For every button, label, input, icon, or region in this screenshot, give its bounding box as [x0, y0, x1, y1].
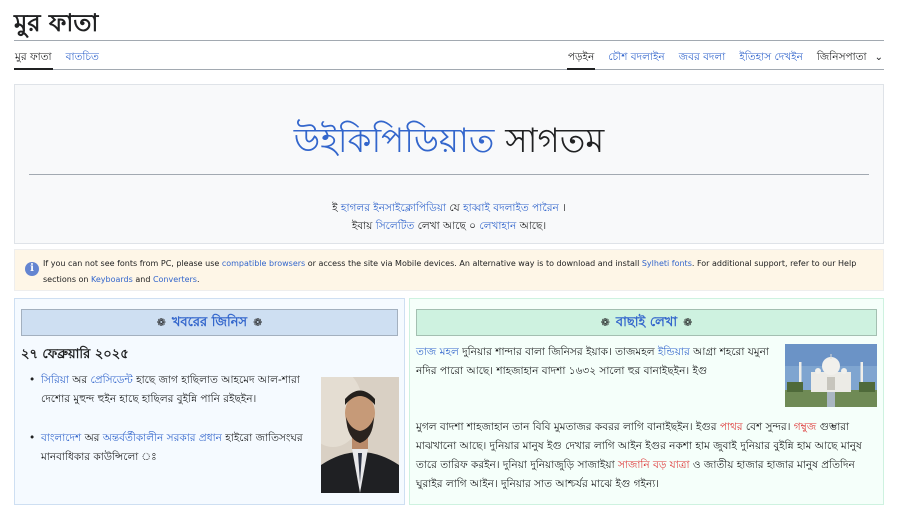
featured-text: বেশ সুন্দর। [742, 421, 794, 433]
tab-edit[interactable]: জবর বদলা [678, 46, 727, 70]
featured-box: ❁ বাছাই লেখা ❁ তাজ মহল দুনিয়ার শান্দার বা… [409, 298, 884, 505]
articles-link[interactable]: লেখাহান [479, 220, 516, 232]
welcome-text: সাগতম [505, 121, 605, 161]
flower-icon: ❁ [683, 316, 693, 329]
news-text: অর [68, 374, 91, 386]
banner-text: আছে। [519, 220, 547, 232]
article-count: লেখা আছে ০ [417, 220, 477, 232]
welcome-link[interactable]: উইকিপিডিয়াত [294, 121, 495, 161]
news-link[interactable]: প্রেসিডেন্ট [91, 374, 133, 386]
banner-text: ই [332, 202, 338, 214]
tools-label: জিনিসপাতা [816, 51, 867, 63]
banner-text: । [562, 202, 566, 214]
featured-link[interactable]: ইন্ডিয়ার [658, 346, 690, 358]
notice-text-part: or access the site via Mobile devices. A… [305, 259, 642, 268]
tab-talk[interactable]: বাতচিত [65, 46, 100, 70]
banner-divider [29, 174, 869, 175]
welcome-banner: উইকিপিডিয়াত সাগতম ই হাগলর ইনসাইক্লোপিডি… [14, 84, 884, 244]
sylheti-link[interactable]: সিলেটিত [376, 220, 415, 232]
featured-link[interactable]: তাজ মহল [416, 346, 459, 358]
page-tabs: মুর ফাতা বাতচিত পড়ইন চৌশ বদলাইন জবর বদল… [14, 46, 884, 70]
news-text: অর [81, 432, 103, 444]
notice-text-part: If you can not see fonts from PC, please… [43, 259, 222, 268]
news-list: সিরিয়া অর প্রেসিডেন্ট হাছে জাগ হাছিলাত … [27, 371, 317, 487]
encyclopedia-link[interactable]: হাগলর ইনসাইক্লোপিডিয়া [341, 202, 446, 214]
anyone-can-edit-link[interactable]: হাব্বাই বদলাইত পারৈন [463, 202, 559, 214]
info-icon: i [25, 262, 39, 276]
font-notice: i If you can not see fonts from PC, plea… [14, 249, 884, 291]
title-bar: মুর ফাতা [14, 8, 884, 41]
sylheti-fonts-link[interactable]: Sylheti fonts [642, 259, 692, 268]
red-link[interactable]: গম্বুজ [794, 421, 816, 433]
featured-heading: ❁ বাছাই লেখা ❁ [416, 309, 877, 336]
list-item: সিরিয়া অর প্রেসিডেন্ট হাছে জাগ হাছিলাত … [27, 371, 317, 409]
news-link[interactable]: বাংলাদেশ [41, 432, 81, 444]
chevron-down-icon: ⌄ [874, 52, 883, 63]
tab-history[interactable]: ইতিহাস দেখইন [738, 46, 804, 70]
banner-line-1: ই হাগলর ইনসাইক্লোপিডিয়া যে হাব্বাই বদলা… [15, 200, 883, 216]
tools-dropdown[interactable]: জিনিসপাতা ⌄ [816, 46, 884, 70]
converters-link[interactable]: Converters [153, 275, 197, 284]
featured-text: মুগল বাদশা শাহজাহান তান বিবি মুমতাজর কবর… [416, 421, 720, 433]
tab-main-page[interactable]: মুর ফাতা [14, 46, 53, 70]
tab-read[interactable]: পড়ইন [566, 46, 596, 70]
keyboards-link[interactable]: Keyboards [91, 275, 133, 284]
news-link[interactable]: অন্তর্বর্তীকালীন সরকার প্রধান [103, 432, 222, 444]
news-heading-link[interactable]: খবরের জিনিস [172, 315, 247, 330]
portrait-image [321, 377, 399, 493]
page-title: মুর ফাতা [14, 8, 99, 37]
featured-text: দুনিয়ার শান্দার বালা জিনিসর ইয়াক। তাজম… [458, 346, 658, 358]
compatible-browsers-link[interactable]: compatible browsers [222, 259, 305, 268]
notice-text: If you can not see fonts from PC, please… [43, 256, 871, 288]
featured-heading-link[interactable]: বাছাই লেখা [616, 315, 677, 330]
news-box: ❁ খবরের জিনিস ❁ ২৭ ফেব্রুয়ারি ২০২৫ সিরিয়… [14, 298, 405, 505]
banner-text: যে [449, 202, 460, 214]
news-link[interactable]: সিরিয়া [41, 374, 69, 386]
red-link[interactable]: পাথর [720, 421, 743, 433]
red-link[interactable]: সাজানি বড় যাত্রা [618, 459, 690, 471]
featured-paragraph-1: তাজ মহল দুনিয়ার শান্দার বালা জিনিসর ইয়… [416, 343, 780, 381]
notice-text-part: and [132, 275, 153, 284]
flower-icon: ❁ [600, 316, 610, 329]
view-tabs: পড়ইন চৌশ বদলাইন জবর বদলা ইতিহাস দেখইন জ… [566, 46, 884, 70]
namespace-tabs: মুর ফাতা বাতচিত [14, 46, 100, 70]
list-item: বাংলাদেশ অর অন্তর্বর্তীকালীন সরকার প্রধা… [27, 429, 317, 467]
featured-paragraph-2: মুগল বাদশা শাহজাহান তান বিবি মুমতাজর কবর… [416, 418, 880, 494]
banner-line-2: ইবায় সিলেটিত লেখা আছে ০ লেখাহান আছে। [15, 218, 883, 234]
news-heading: ❁ খবরের জিনিস ❁ [21, 309, 398, 336]
banner-text: ইবায় [351, 220, 373, 232]
welcome-heading: উইকিপিডিয়াত সাগতম [15, 119, 883, 163]
tab-view-source[interactable]: চৌশ বদলাইন [607, 46, 665, 70]
news-date: ২৭ ফেব্রুয়ারি ২০২৫ [21, 347, 129, 362]
taj-mahal-image [785, 344, 877, 407]
notice-text-part: . [196, 275, 200, 284]
featured-photo[interactable] [785, 344, 877, 407]
news-photo[interactable] [321, 377, 399, 493]
flower-icon: ❁ [156, 316, 166, 329]
flower-icon: ❁ [253, 316, 263, 329]
